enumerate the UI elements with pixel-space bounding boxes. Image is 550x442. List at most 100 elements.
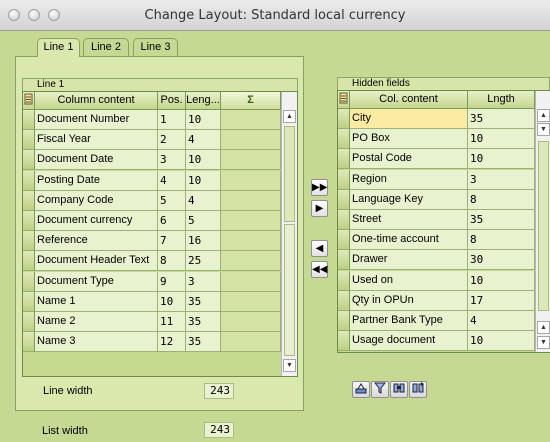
hidden-length-cell[interactable]: 10 xyxy=(468,129,535,150)
find-next-icon[interactable] xyxy=(409,381,427,398)
hidden-select-all-icon[interactable] xyxy=(338,91,350,109)
row-selector[interactable] xyxy=(338,109,350,129)
sum-cell[interactable] xyxy=(221,130,281,151)
tab-line-2[interactable]: Line 2 xyxy=(83,38,129,56)
move-all-to-line-button[interactable]: ◀◀ xyxy=(311,261,328,278)
hidden-length-cell[interactable]: 30 xyxy=(468,250,535,271)
scroll-thumb[interactable] xyxy=(538,141,549,311)
tab-line-3[interactable]: Line 3 xyxy=(133,38,178,56)
column-content-cell[interactable]: Document Type xyxy=(35,271,158,292)
hidden-length-cell[interactable]: 8 xyxy=(468,189,535,210)
sum-cell[interactable] xyxy=(221,271,281,292)
column-content-cell[interactable]: Document Date xyxy=(35,150,158,171)
row-selector[interactable] xyxy=(23,231,35,252)
sum-cell[interactable] xyxy=(221,150,281,171)
column-content-cell[interactable]: Posting Date xyxy=(35,170,158,191)
scroll-down-icon[interactable]: ▼ xyxy=(283,359,296,372)
row-selector[interactable] xyxy=(23,190,35,211)
find-icon[interactable] xyxy=(390,381,408,398)
hidden-length-cell[interactable]: 17 xyxy=(468,290,535,311)
tab-line-1[interactable]: Line 1 xyxy=(37,38,80,57)
scroll-up-icon[interactable]: ▲ xyxy=(283,110,296,123)
hidden-field-cell[interactable]: Drawer xyxy=(350,250,468,271)
scroll-up-icon[interactable]: ▲ xyxy=(537,321,550,334)
position-cell[interactable]: 7 xyxy=(158,231,186,252)
length-cell[interactable]: 3 xyxy=(186,271,221,292)
position-cell[interactable]: 5 xyxy=(158,190,186,211)
hidden-length-cell[interactable]: 4 xyxy=(468,311,535,331)
row-selector[interactable] xyxy=(338,230,350,251)
length-cell[interactable]: 10 xyxy=(186,110,221,130)
column-content-cell[interactable]: Fiscal Year xyxy=(35,130,158,151)
length-cell[interactable]: 35 xyxy=(186,332,221,353)
hidden-field-cell[interactable]: Region xyxy=(350,169,468,190)
sum-cell[interactable] xyxy=(221,211,281,231)
sum-cell[interactable] xyxy=(221,110,281,130)
column-content-cell[interactable]: Document Number xyxy=(35,110,158,130)
hidden-length-cell[interactable]: 10 xyxy=(468,149,535,170)
position-cell[interactable]: 2 xyxy=(158,130,186,151)
hidden-field-cell[interactable]: Street xyxy=(350,210,468,230)
position-cell[interactable]: 4 xyxy=(158,170,186,191)
row-selector[interactable] xyxy=(338,270,350,291)
filter-icon[interactable] xyxy=(371,381,389,398)
row-selector[interactable] xyxy=(23,271,35,292)
hidden-length-cell[interactable]: 35 xyxy=(468,210,535,230)
position-header[interactable]: Pos. xyxy=(158,92,186,110)
move-to-hidden-button[interactable]: ▶ xyxy=(311,200,328,217)
column-content-cell[interactable]: Name 2 xyxy=(35,312,158,332)
row-selector[interactable] xyxy=(23,332,35,353)
row-selector[interactable] xyxy=(23,150,35,171)
row-selector[interactable] xyxy=(23,110,35,130)
position-cell[interactable]: 8 xyxy=(158,251,186,272)
length-cell[interactable]: 4 xyxy=(186,130,221,151)
row-selector[interactable] xyxy=(338,149,350,170)
lngth-header[interactable]: Lngth xyxy=(468,91,535,109)
sum-cell[interactable] xyxy=(221,190,281,211)
row-selector[interactable] xyxy=(338,189,350,210)
position-cell[interactable]: 11 xyxy=(158,312,186,332)
hidden-field-cell[interactable]: Qty in OPUn xyxy=(350,290,468,311)
col-content-header[interactable]: Col. content xyxy=(350,91,468,109)
column-content-cell[interactable]: Name 3 xyxy=(35,332,158,353)
sum-cell[interactable] xyxy=(221,231,281,252)
hidden-field-cell[interactable]: Partner Bank Type xyxy=(350,311,468,331)
length-cell[interactable]: 35 xyxy=(186,291,221,312)
scroll-up-icon[interactable]: ▲ xyxy=(537,109,550,122)
sum-header-icon[interactable]: Σ xyxy=(221,92,281,110)
position-cell[interactable]: 12 xyxy=(158,332,186,353)
scroll-down-icon[interactable]: ▼ xyxy=(537,123,550,136)
row-selector[interactable] xyxy=(338,331,350,352)
hidden-field-cell[interactable]: Used on xyxy=(350,270,468,291)
hidden-field-cell[interactable]: Postal Code xyxy=(350,149,468,170)
hidden-length-cell[interactable]: 10 xyxy=(468,331,535,352)
row-selector[interactable] xyxy=(338,290,350,311)
select-all-icon[interactable] xyxy=(23,92,35,110)
row-selector[interactable] xyxy=(23,251,35,272)
scroll-down-icon[interactable]: ▼ xyxy=(537,336,550,349)
length-cell[interactable]: 4 xyxy=(186,190,221,211)
move-to-line-button[interactable]: ◀ xyxy=(311,240,328,257)
position-cell[interactable]: 3 xyxy=(158,150,186,171)
column-content-cell[interactable]: Reference xyxy=(35,231,158,252)
column-content-cell[interactable]: Document currency xyxy=(35,211,158,231)
hidden-field-cell[interactable]: City xyxy=(350,109,468,129)
position-cell[interactable]: 10 xyxy=(158,291,186,312)
ok-icon[interactable] xyxy=(352,381,370,398)
scroll-thumb[interactable] xyxy=(284,126,295,222)
sum-cell[interactable] xyxy=(221,312,281,332)
length-header[interactable]: Leng... xyxy=(186,92,221,110)
row-selector[interactable] xyxy=(23,170,35,191)
sum-cell[interactable] xyxy=(221,332,281,353)
hidden-length-cell[interactable]: 3 xyxy=(468,169,535,190)
hidden-field-cell[interactable]: PO Box xyxy=(350,129,468,150)
row-selector[interactable] xyxy=(23,291,35,312)
column-content-cell[interactable]: Name 1 xyxy=(35,291,158,312)
row-selector[interactable] xyxy=(23,130,35,151)
length-cell[interactable]: 5 xyxy=(186,211,221,231)
column-content-cell[interactable]: Company Code xyxy=(35,190,158,211)
sum-cell[interactable] xyxy=(221,251,281,272)
row-selector[interactable] xyxy=(338,311,350,331)
move-all-to-hidden-button[interactable]: ▶▶ xyxy=(311,179,328,196)
sum-cell[interactable] xyxy=(221,291,281,312)
